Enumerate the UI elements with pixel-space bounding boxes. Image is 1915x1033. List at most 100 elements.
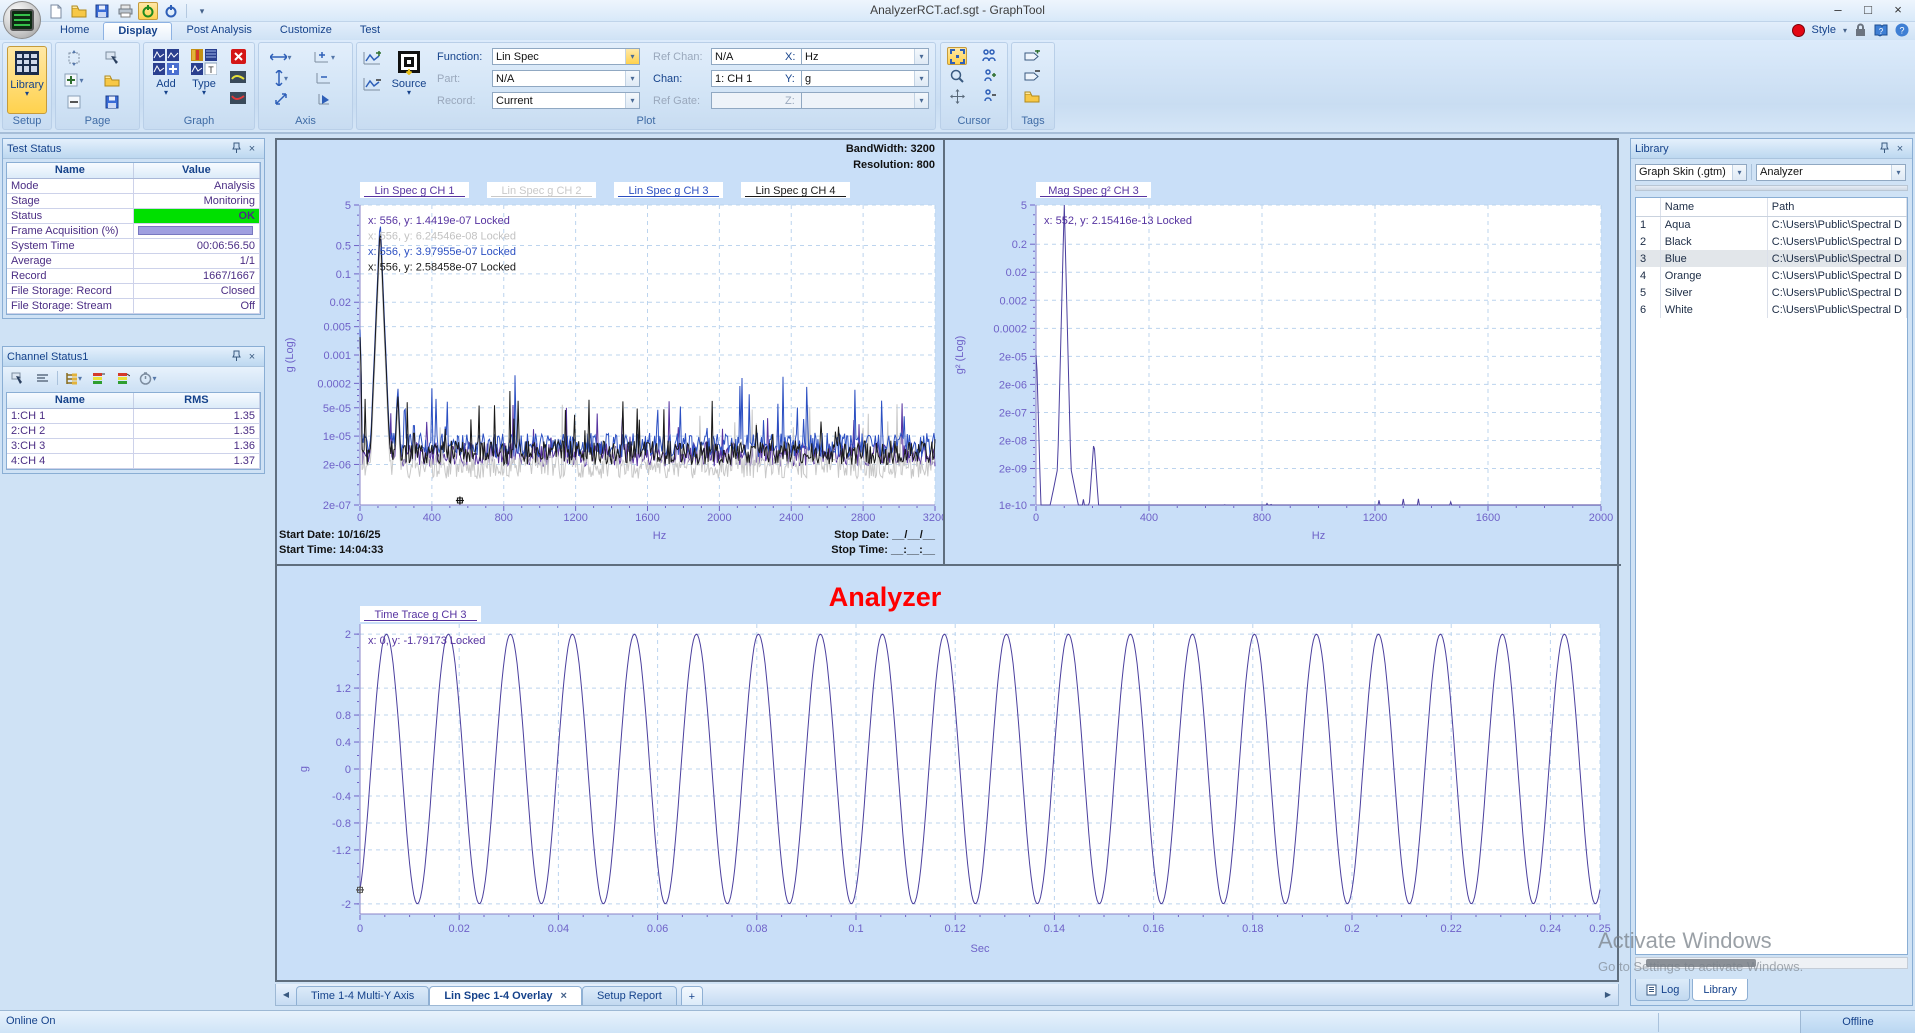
ribbon-tab-test[interactable]: Test — [346, 22, 394, 40]
library-row[interactable]: 6WhiteC:\Users\Public\Spectral D — [1636, 301, 1907, 318]
library-row[interactable]: 5SilverC:\Users\Public\Spectral D — [1636, 284, 1907, 301]
function-combo-arrow[interactable]: ▾ — [625, 49, 639, 64]
z-combo[interactable]: ▾ — [801, 92, 929, 109]
cursor-add-button[interactable] — [979, 67, 999, 85]
close-button[interactable]: × — [1883, 0, 1913, 20]
minimize-button[interactable]: – — [1823, 0, 1853, 20]
page-move-button[interactable] — [64, 49, 84, 67]
lin-spec-overlay-chart[interactable]: 50.50.10.020.0050.0010.00025e-051e-052e-… — [277, 140, 943, 564]
cursor-pan-button[interactable] — [947, 87, 967, 105]
tab-scroll-left-icon[interactable]: ◀ — [276, 984, 296, 1005]
stop-record-icon[interactable] — [1792, 24, 1805, 37]
library-category-combo[interactable]: Analyzer▾ — [1756, 164, 1906, 181]
part-combo[interactable]: N/A▾ — [492, 70, 640, 87]
library-row[interactable]: 1AquaC:\Users\Public\Spectral D — [1636, 216, 1907, 233]
doc-tab-time-1-4-multi-y-axis[interactable]: Time 1-4 Multi-Y Axis — [296, 986, 429, 1005]
application-menu-button[interactable] — [3, 1, 41, 39]
help-icon[interactable]: ? — [1895, 23, 1909, 37]
cursor-remove-button[interactable] — [979, 87, 999, 105]
doc-tab-setup-report[interactable]: Setup Report — [582, 986, 677, 1005]
delete-graph-button[interactable] — [228, 47, 248, 65]
legend-item[interactable]: Lin Spec g CH 2 — [501, 185, 581, 197]
style-button[interactable]: Style — [1812, 24, 1836, 36]
page-select-button[interactable] — [102, 49, 122, 67]
x-autoscale-button[interactable]: ▾ — [265, 48, 297, 66]
page-open-button[interactable] — [102, 71, 122, 89]
channel-name: 4:CH 4 — [7, 453, 133, 468]
add-graph-button[interactable]: Add ▾ — [148, 46, 184, 114]
limit-band-lower-button[interactable] — [228, 89, 248, 107]
manual-book-icon[interactable]: ? — [1874, 23, 1888, 37]
print-button[interactable] — [115, 2, 135, 20]
tag-remove-button[interactable] — [1022, 67, 1042, 85]
legend-item[interactable]: Lin Spec g CH 3 — [628, 185, 708, 197]
library-button[interactable]: Library ▾ — [7, 46, 47, 114]
library-row[interactable]: 3BlueC:\Users\Public\Spectral D — [1636, 250, 1907, 267]
channel-tree-button[interactable]: ▾ — [63, 369, 83, 387]
library-tab-log[interactable]: Log — [1635, 979, 1690, 1001]
page-add-button[interactable]: ▾ — [64, 71, 84, 89]
doc-tab-lin-spec-1-4-overlay[interactable]: Lin Spec 1-4 Overlay× — [429, 986, 582, 1005]
plot-add-trace-button[interactable] — [362, 49, 382, 67]
ribbon-tab-post-analysis[interactable]: Post Analysis — [172, 22, 265, 40]
library-pin-icon[interactable] — [1876, 142, 1892, 156]
channel-timer-button[interactable]: ▾ — [138, 369, 158, 387]
ribbon-tab-customize[interactable]: Customize — [266, 22, 346, 40]
offline-power-button[interactable] — [161, 2, 181, 20]
time-trace-chart[interactable]: 21.20.80.40-0.4-0.8-1.2-200.020.040.060.… — [277, 566, 1621, 984]
open-button[interactable] — [69, 2, 89, 20]
test-status-close-icon[interactable]: × — [244, 143, 260, 155]
lock-icon[interactable] — [1854, 23, 1867, 37]
cursor-crosshair-button[interactable] — [947, 47, 967, 65]
page-save-button[interactable] — [102, 93, 122, 111]
source-button[interactable]: Source ▾ — [389, 46, 429, 114]
qat-customize-dropdown[interactable]: ▾ — [192, 2, 212, 20]
cursor-zoom-button[interactable] — [947, 67, 967, 85]
axis-track-button[interactable] — [305, 90, 343, 108]
record-combo[interactable]: Current▾ — [492, 92, 640, 109]
graph-skin-combo[interactable]: Graph Skin (.gtm)▾ — [1635, 164, 1747, 181]
library-row[interactable]: 4OrangeC:\Users\Public\Spectral D — [1636, 267, 1907, 284]
new-document-button[interactable] — [46, 2, 66, 20]
channel-status-pin-icon[interactable] — [228, 350, 244, 364]
y-combo[interactable]: g▾ — [801, 70, 929, 87]
x-combo[interactable]: Hz▾ — [801, 48, 929, 65]
scrollbar-thumb[interactable] — [1646, 959, 1756, 967]
tag-open-button[interactable] — [1022, 87, 1042, 105]
library-row[interactable]: 2BlackC:\Users\Public\Spectral D — [1636, 233, 1907, 250]
x-zoom-out-button[interactable] — [305, 69, 343, 87]
library-tab-library[interactable]: Library — [1692, 979, 1748, 1001]
ribbon-tab-display[interactable]: Display — [103, 22, 172, 40]
ribbon-tab-home[interactable]: Home — [46, 22, 103, 40]
library-horizontal-scrollbar[interactable] — [1635, 957, 1908, 969]
y-autoscale-button[interactable]: ▾ — [265, 69, 297, 87]
tab-scroll-right-icon[interactable]: ▶ — [1598, 984, 1618, 1005]
online-power-button[interactable] — [138, 2, 158, 20]
test-status-pin-icon[interactable] — [228, 142, 244, 156]
graph-type-button[interactable]: T Type ▾ — [186, 46, 222, 114]
xy-autoscale-button[interactable] — [265, 90, 297, 108]
doc-tab-close-icon[interactable]: × — [561, 990, 567, 1002]
function-combo[interactable]: Lin Spec▾ — [492, 48, 640, 65]
page-remove-button[interactable] — [64, 93, 84, 111]
channel-status-close-icon[interactable]: × — [244, 351, 260, 363]
limit-band-upper-button[interactable] — [228, 68, 248, 86]
add-document-tab-button[interactable]: + — [681, 986, 703, 1005]
legend-item[interactable]: Time Trace g CH 3 — [375, 609, 467, 621]
tag-add-button[interactable] — [1022, 47, 1042, 65]
x-zoom-in-button[interactable]: ▾ — [305, 48, 343, 66]
channel-limit-add-button[interactable] — [88, 369, 108, 387]
legend-item[interactable]: Lin Spec g CH 4 — [755, 185, 835, 197]
style-dropdown-icon[interactable]: ▾ — [1843, 26, 1847, 35]
save-button[interactable] — [92, 2, 112, 20]
library-close-icon[interactable]: × — [1892, 143, 1908, 155]
legend-item[interactable]: Mag Spec g² CH 3 — [1048, 185, 1138, 197]
channel-list-button[interactable] — [32, 369, 52, 387]
channel-limit-remove-button[interactable] — [113, 369, 133, 387]
mag-spec-chart[interactable]: 50.20.020.0020.00022e-052e-062e-072e-082… — [945, 140, 1621, 564]
maximize-button[interactable]: □ — [1853, 0, 1883, 20]
plot-remove-trace-button[interactable] — [362, 75, 382, 93]
cursor-link-button[interactable] — [979, 47, 999, 65]
channel-select-button[interactable] — [7, 369, 27, 387]
legend-item[interactable]: Lin Spec g CH 1 — [374, 185, 454, 197]
